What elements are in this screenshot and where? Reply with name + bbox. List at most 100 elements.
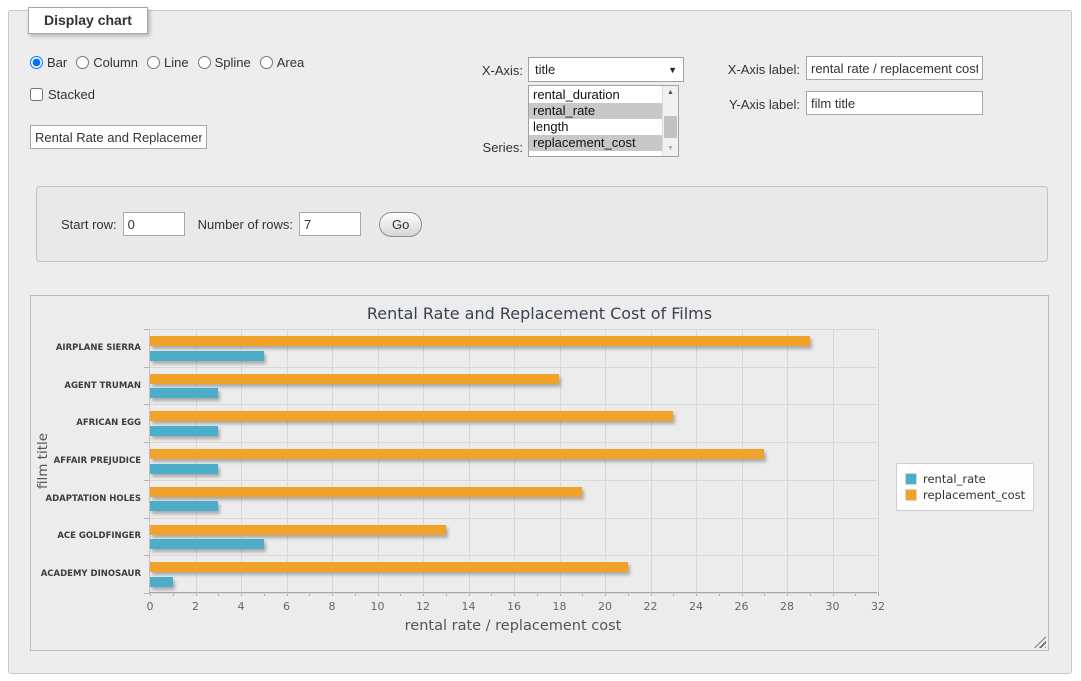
bar-rental_rate	[150, 464, 218, 474]
y-tick-mark	[144, 404, 150, 405]
gridline-vertical	[787, 329, 788, 592]
y-tick-mark	[144, 555, 150, 556]
x-tick-label: 16	[507, 600, 521, 613]
chart-type-option-line[interactable]: Line	[147, 55, 189, 70]
chevron-down-icon: ▼	[668, 65, 677, 75]
y-axis-label-input[interactable]	[806, 91, 983, 115]
series-multiselect[interactable]: rental_durationrental_ratelengthreplacem…	[528, 85, 679, 157]
x-axis-label-label: X-Axis label:	[688, 62, 800, 77]
bar-rental_rate	[150, 388, 218, 398]
stacked-checkbox-row[interactable]: Stacked	[30, 87, 95, 102]
x-tick-label: 14	[462, 600, 476, 613]
stacked-label: Stacked	[48, 87, 95, 102]
gridline-vertical	[514, 329, 515, 592]
gridline-vertical	[651, 329, 652, 592]
gridline-horizontal	[150, 555, 877, 556]
bar-rental_rate	[150, 351, 264, 361]
chart-title-input[interactable]	[30, 125, 207, 149]
chart-type-label: Column	[93, 55, 138, 70]
gridline-vertical	[332, 329, 333, 592]
scroll-down-icon[interactable]: ▼	[663, 142, 678, 156]
scroll-up-icon[interactable]: ▲	[663, 86, 678, 100]
gridline-horizontal	[150, 404, 877, 405]
gridline-horizontal	[150, 480, 877, 481]
gridline-vertical	[241, 329, 242, 592]
scrollbar-thumb[interactable]	[664, 116, 677, 138]
x-tick-label: 18	[553, 600, 567, 613]
chart-title: Rental Rate and Replacement Cost of Film…	[31, 304, 1048, 323]
gridline-vertical	[742, 329, 743, 592]
chart-type-radio-area[interactable]	[260, 56, 273, 69]
series-option-length[interactable]: length	[529, 119, 662, 135]
gridline-horizontal	[150, 442, 877, 443]
x-tick-label: 26	[735, 600, 749, 613]
x-axis-select[interactable]: title ▼	[528, 57, 684, 82]
category-label: ACE GOLDFINGER	[57, 531, 141, 541]
x-tick-label: 24	[689, 600, 703, 613]
chart-container: Rental Rate and Replacement Cost of Film…	[30, 295, 1049, 651]
category-label: AFFAIR PREJUDICE	[54, 456, 141, 466]
start-row-label: Start row:	[61, 217, 117, 232]
x-axis-title: rental rate / replacement cost	[149, 618, 877, 634]
bar-replacement_cost	[150, 449, 764, 459]
chart-type-label: Spline	[215, 55, 251, 70]
y-tick-mark	[144, 480, 150, 481]
x-axis-selected-value: title	[535, 62, 555, 77]
series-select-label: Series:	[430, 140, 523, 155]
series-option-rental_rate[interactable]: rental_rate	[529, 103, 662, 119]
y-tick-mark	[144, 367, 150, 368]
gridline-vertical	[560, 329, 561, 592]
y-axis-label-label: Y-Axis label:	[688, 97, 800, 112]
start-row-input[interactable]	[123, 212, 185, 236]
num-rows-input[interactable]	[299, 212, 361, 236]
bar-replacement_cost	[150, 487, 582, 497]
x-tick-label: 0	[147, 600, 154, 613]
x-tick-label: 30	[826, 600, 840, 613]
gridline-vertical	[878, 329, 879, 592]
panel-tab-display-chart: Display chart	[28, 7, 148, 34]
bar-rental_rate	[150, 426, 218, 436]
gridline-vertical	[196, 329, 197, 592]
gridline-vertical	[469, 329, 470, 592]
gridline-vertical	[605, 329, 606, 592]
chart-type-radio-bar[interactable]	[30, 56, 43, 69]
x-tick-label: 8	[329, 600, 336, 613]
chart-type-option-spline[interactable]: Spline	[198, 55, 251, 70]
series-option-rental_duration[interactable]: rental_duration	[529, 87, 662, 103]
category-label: AFRICAN EGG	[76, 418, 141, 428]
category-label: ADAPTATION HOLES	[46, 494, 141, 504]
gridline-vertical	[696, 329, 697, 592]
gridline-horizontal	[150, 329, 877, 330]
category-label: AIRPLANE SIERRA	[56, 343, 141, 353]
bar-rental_rate	[150, 539, 264, 549]
gridline-vertical	[423, 329, 424, 592]
series-option-replacement_cost[interactable]: replacement_cost	[529, 135, 662, 151]
chart-type-option-column[interactable]: Column	[76, 55, 138, 70]
x-tick-mark	[878, 592, 879, 596]
legend-item-rental_rate[interactable]: rental_rate	[905, 472, 1025, 486]
y-tick-mark	[144, 329, 150, 330]
bar-replacement_cost	[150, 562, 628, 572]
series-options: rental_durationrental_ratelengthreplacem…	[529, 86, 662, 156]
x-axis-select-label: X-Axis:	[430, 63, 523, 78]
bar-rental_rate	[150, 501, 218, 511]
bar-rental_rate	[150, 577, 173, 587]
gridline-vertical	[833, 329, 834, 592]
chart-type-option-bar[interactable]: Bar	[30, 55, 67, 70]
gridline-horizontal	[150, 593, 877, 594]
series-scrollbar[interactable]: ▲ ▼	[662, 86, 678, 156]
category-label: ACADEMY DINOSAUR	[41, 569, 141, 579]
legend-item-replacement_cost[interactable]: replacement_cost	[905, 488, 1025, 502]
stacked-checkbox[interactable]	[30, 88, 43, 101]
chart-type-radio-spline[interactable]	[198, 56, 211, 69]
x-tick-label: 10	[371, 600, 385, 613]
legend-swatch-icon	[905, 489, 917, 501]
x-axis-label-input[interactable]	[806, 56, 983, 80]
y-tick-mark	[144, 518, 150, 519]
go-button[interactable]: Go	[379, 212, 422, 237]
chart-type-radio-column[interactable]	[76, 56, 89, 69]
chart-type-radio-line[interactable]	[147, 56, 160, 69]
chart-type-label: Line	[164, 55, 189, 70]
resize-handle-icon[interactable]	[1034, 636, 1046, 648]
chart-type-option-area[interactable]: Area	[260, 55, 304, 70]
